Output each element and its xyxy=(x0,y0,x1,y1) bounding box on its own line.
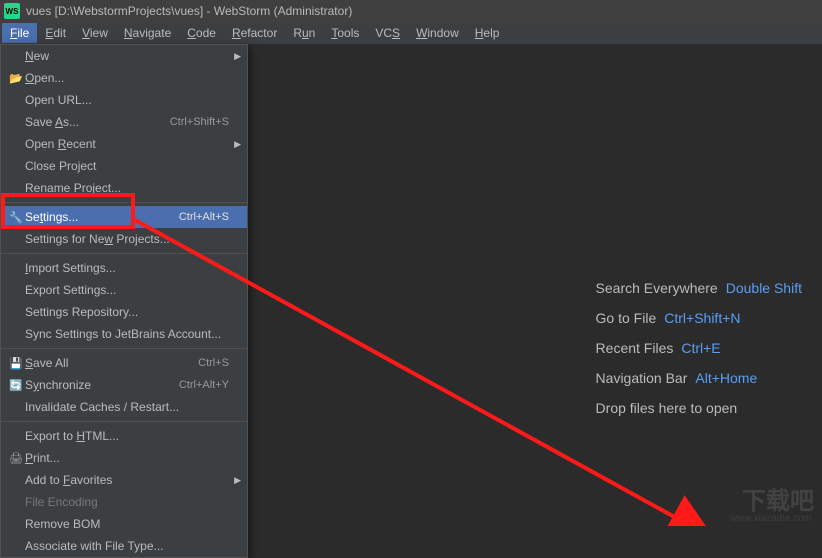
menu-item-settings-repo[interactable]: Settings Repository... xyxy=(1,301,247,323)
menu-item-associate-file-type[interactable]: Associate with File Type... xyxy=(1,535,247,557)
file-dropdown: New ▶ 📂 Open... Open URL... Save As... C… xyxy=(0,44,248,558)
menu-separator xyxy=(1,348,247,349)
menu-separator xyxy=(1,253,247,254)
menu-item-export-settings[interactable]: Export Settings... xyxy=(1,279,247,301)
menu-item-add-favorites[interactable]: Add to Favorites ▶ xyxy=(1,469,247,491)
shortcut-key: Ctrl+E xyxy=(681,340,720,356)
shortcut-key: Alt+Home xyxy=(695,370,757,386)
menu-item-rename-project[interactable]: Rename Project... xyxy=(1,177,247,199)
menu-item-open-url[interactable]: Open URL... xyxy=(1,89,247,111)
save-icon: 💾 xyxy=(7,357,25,370)
shortcut-key: Double Shift xyxy=(726,280,802,296)
sync-icon: 🔄 xyxy=(7,379,25,392)
menu-item-export-html[interactable]: Export to HTML... xyxy=(1,425,247,447)
shortcut-key: Ctrl+Shift+N xyxy=(664,310,740,326)
menu-item-remove-bom[interactable]: Remove BOM xyxy=(1,513,247,535)
print-icon: 🖨 xyxy=(7,452,25,465)
menu-item-file-encoding: File Encoding xyxy=(1,491,247,513)
menu-item-print[interactable]: 🖨 Print... xyxy=(1,447,247,469)
menu-separator xyxy=(1,202,247,203)
menu-separator xyxy=(1,421,247,422)
folder-open-icon: 📂 xyxy=(7,72,25,85)
menu-vcs[interactable]: VCS xyxy=(367,23,408,43)
shortcut-label: Ctrl+Shift+S xyxy=(170,116,229,128)
menu-item-save-as[interactable]: Save As... Ctrl+Shift+S xyxy=(1,111,247,133)
menu-item-invalidate-caches[interactable]: Invalidate Caches / Restart... xyxy=(1,396,247,418)
menu-help[interactable]: Help xyxy=(467,23,508,43)
menu-item-sync-jetbrains[interactable]: Sync Settings to JetBrains Account... xyxy=(1,323,247,345)
menubar: File Edit View Navigate Code Refactor Ru… xyxy=(0,22,822,44)
menu-refactor[interactable]: Refactor xyxy=(224,23,285,43)
menu-view[interactable]: View xyxy=(74,23,116,43)
menu-item-open[interactable]: 📂 Open... xyxy=(1,67,247,89)
chevron-right-icon: ▶ xyxy=(234,139,241,150)
menu-item-save-all[interactable]: 💾 Save All Ctrl+S xyxy=(1,352,247,374)
menu-item-import-settings[interactable]: Import Settings... xyxy=(1,257,247,279)
menu-code[interactable]: Code xyxy=(179,23,224,43)
chevron-right-icon: ▶ xyxy=(234,475,241,486)
shortcut-label: Ctrl+Alt+Y xyxy=(179,379,229,391)
wrench-icon: 🔧 xyxy=(7,211,25,224)
tip-drop-files: Drop files here to open xyxy=(596,400,802,416)
shortcut-label: Ctrl+S xyxy=(198,357,229,369)
menu-tools[interactable]: Tools xyxy=(323,23,367,43)
menu-item-new[interactable]: New ▶ xyxy=(1,45,247,67)
shortcut-label: Ctrl+Alt+S xyxy=(179,211,229,223)
tip-search-everywhere: Search EverywhereDouble Shift xyxy=(596,280,802,296)
menu-item-open-recent[interactable]: Open Recent ▶ xyxy=(1,133,247,155)
menu-run[interactable]: Run xyxy=(285,23,323,43)
tip-go-to-file: Go to FileCtrl+Shift+N xyxy=(596,310,802,326)
app-logo-icon: WS xyxy=(4,3,20,19)
menu-item-synchronize[interactable]: 🔄 Synchronize Ctrl+Alt+Y xyxy=(1,374,247,396)
chevron-right-icon: ▶ xyxy=(234,51,241,62)
menu-item-settings-new-projects[interactable]: Settings for New Projects... xyxy=(1,228,247,250)
menu-item-close-project[interactable]: Close Project xyxy=(1,155,247,177)
welcome-tips: Search EverywhereDouble Shift Go to File… xyxy=(596,280,802,416)
titlebar: WS vues [D:\WebstormProjects\vues] - Web… xyxy=(0,0,822,22)
window-title: vues [D:\WebstormProjects\vues] - WebSto… xyxy=(26,4,352,18)
tip-navigation-bar: Navigation BarAlt+Home xyxy=(596,370,802,386)
menu-edit[interactable]: Edit xyxy=(37,23,74,43)
menu-item-settings[interactable]: 🔧 Settings... Ctrl+Alt+S xyxy=(1,206,247,228)
menu-window[interactable]: Window xyxy=(408,23,467,43)
tip-recent-files: Recent FilesCtrl+E xyxy=(596,340,802,356)
menu-file[interactable]: File xyxy=(2,23,37,43)
watermark-url: www.xiazaiba.com xyxy=(730,513,812,524)
menu-navigate[interactable]: Navigate xyxy=(116,23,179,43)
